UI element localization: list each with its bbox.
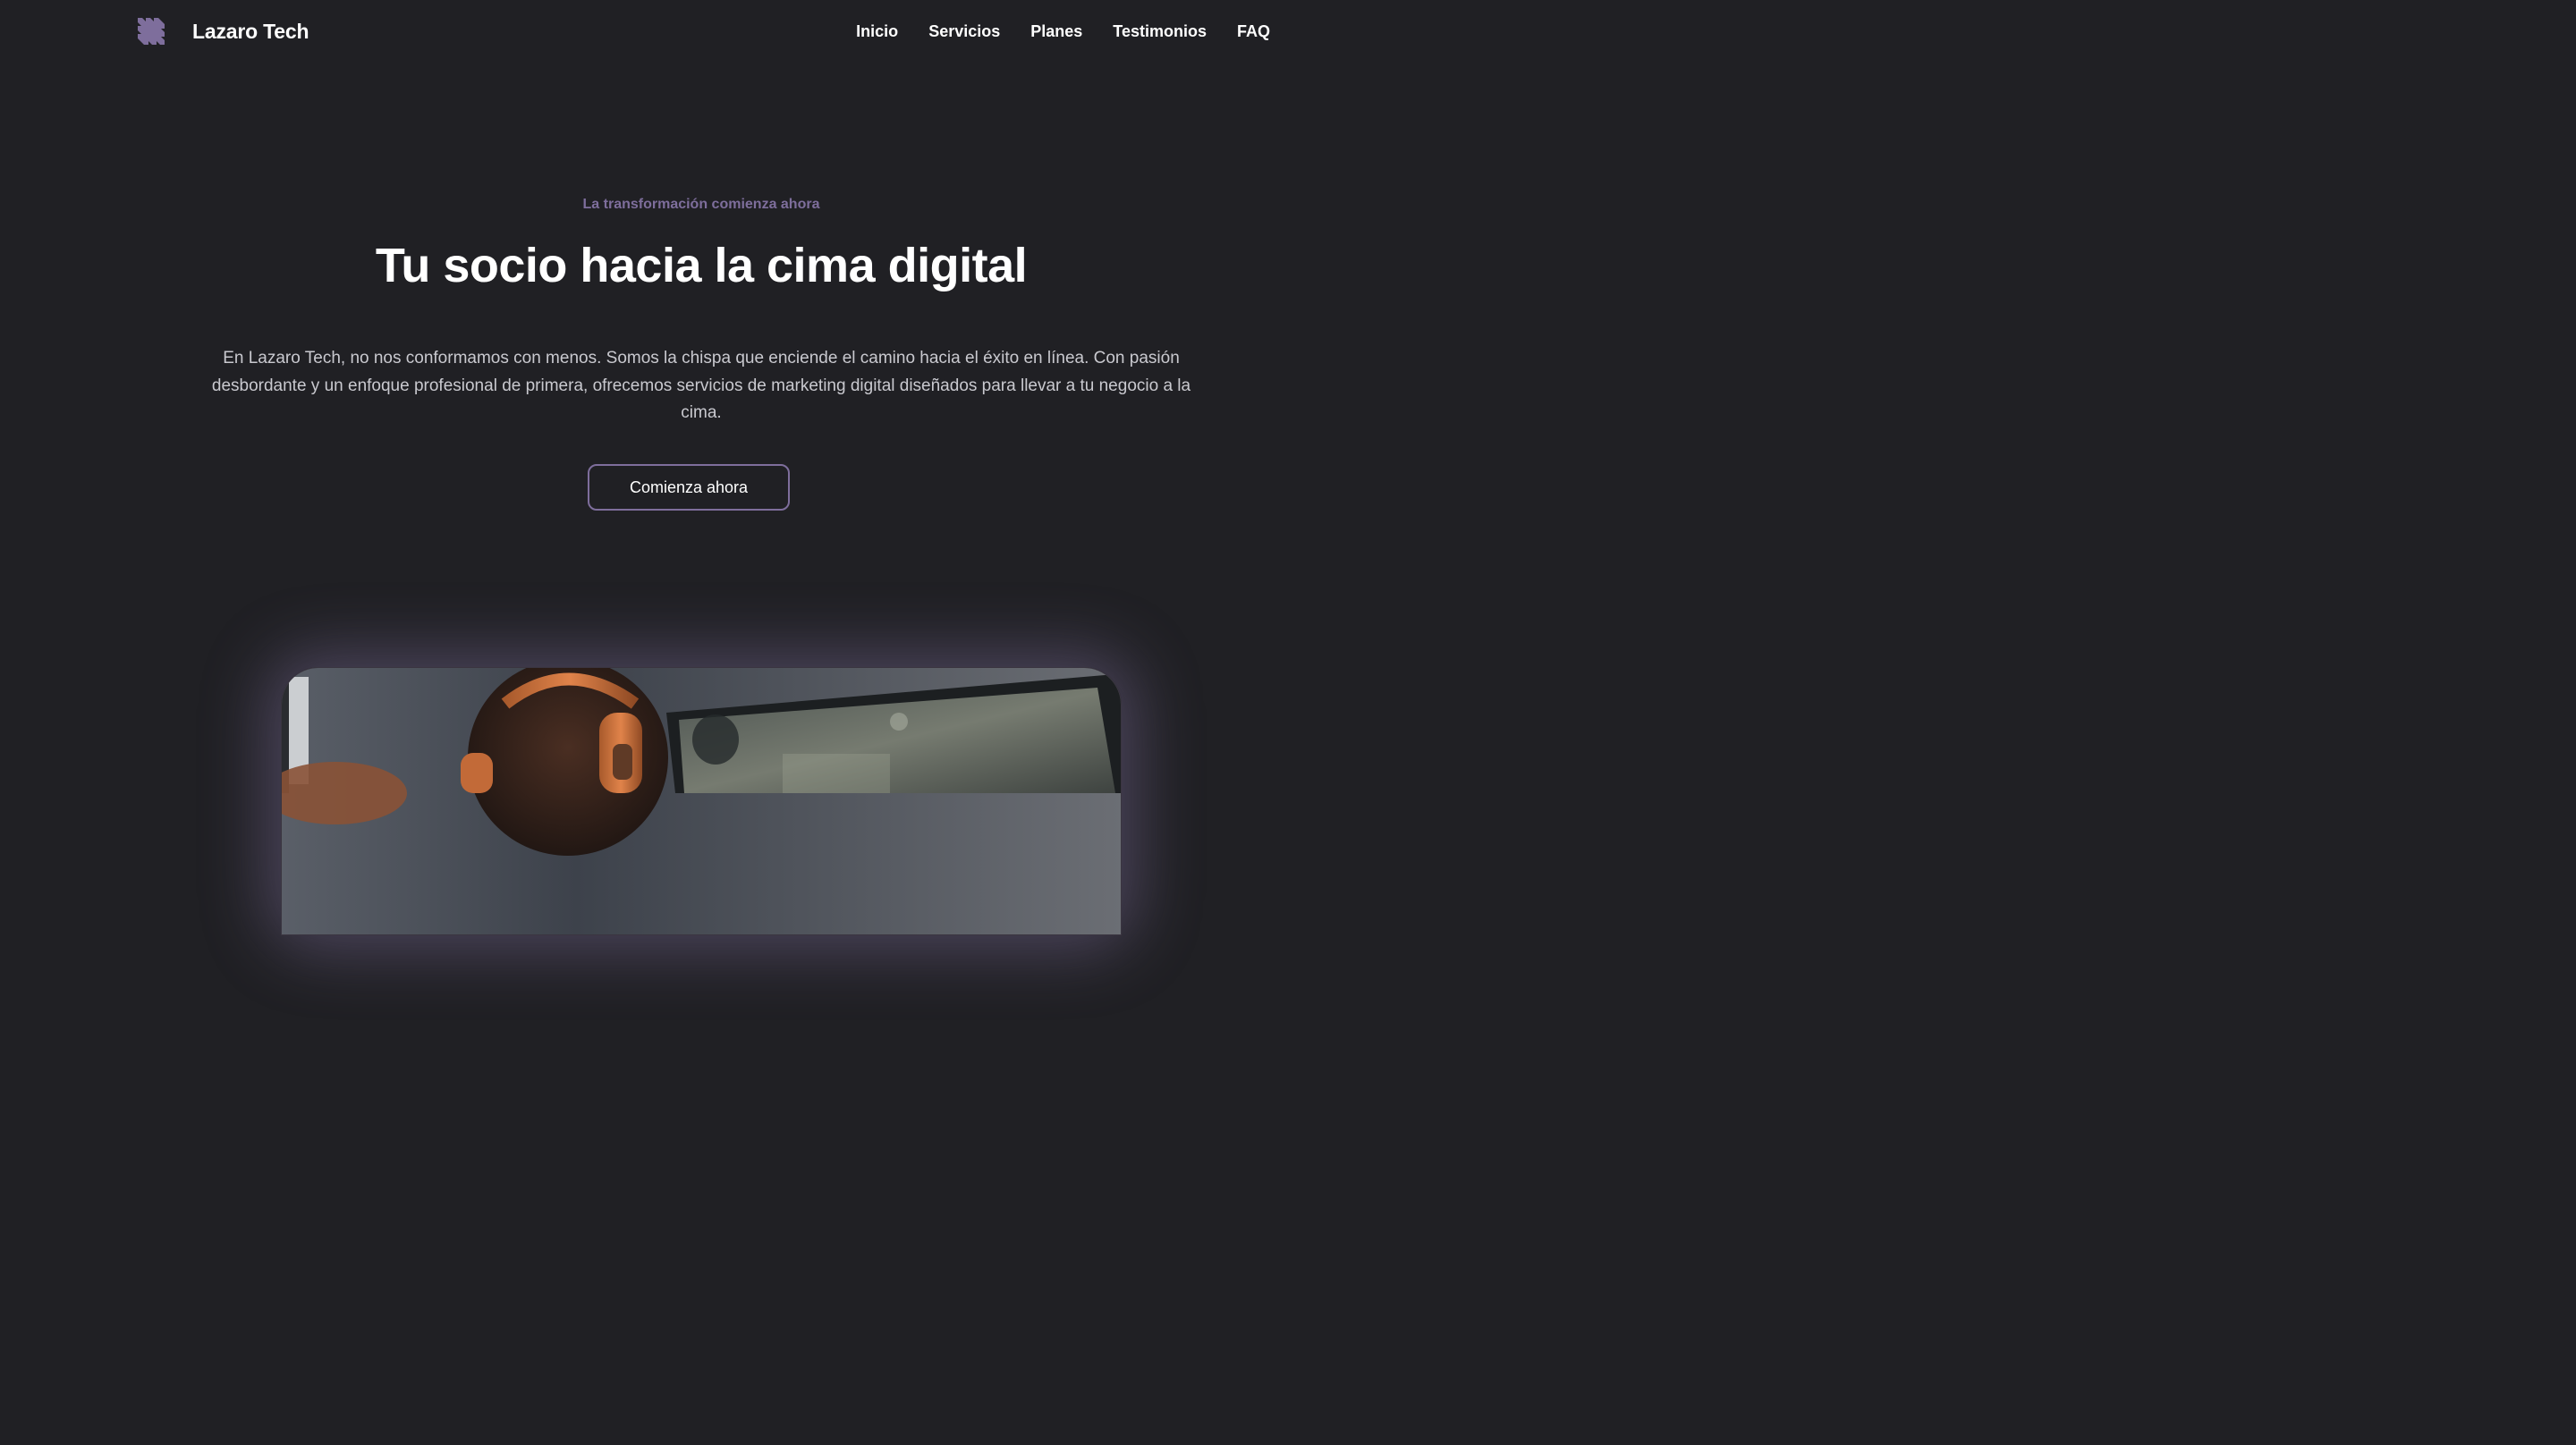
navbar: Lazaro Tech Inicio Servicios Planes Test… bbox=[0, 0, 1402, 64]
hero-description: En Lazaro Tech, no nos conformamos con m… bbox=[211, 349, 1191, 422]
hero-headline: Tu socio hacia la cima digital bbox=[375, 239, 1028, 292]
hero-eyebrow: La transformación comienza ahora bbox=[582, 197, 820, 212]
hero-video[interactable] bbox=[281, 667, 1122, 935]
nav-link-testimonios[interactable]: Testimonios bbox=[1113, 20, 1207, 43]
cta-button[interactable]: Comienza ahora bbox=[588, 464, 790, 511]
nav-link-inicio[interactable]: Inicio bbox=[856, 20, 898, 43]
nav-link-planes[interactable]: Planes bbox=[1030, 20, 1082, 43]
hero-video-image bbox=[282, 668, 1121, 934]
brand-link[interactable]: Lazaro Tech bbox=[136, 16, 309, 46]
nav-links: Inicio Servicios Planes Testimonios FAQ bbox=[856, 20, 1270, 43]
nav-link-servicios[interactable]: Servicios bbox=[928, 20, 1000, 43]
brand-name: Lazaro Tech bbox=[192, 19, 309, 43]
lazaro-tech-logo-icon bbox=[138, 18, 165, 45]
nav-link-faq[interactable]: FAQ bbox=[1237, 20, 1270, 43]
